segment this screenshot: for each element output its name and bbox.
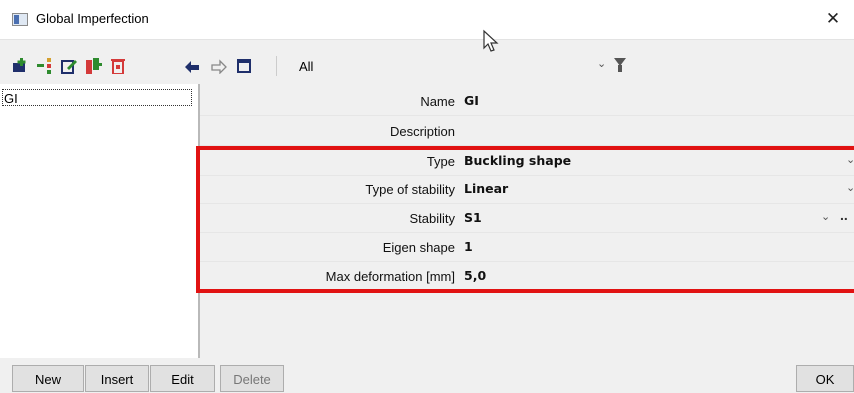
window-icon[interactable]: [236, 58, 252, 74]
close-icon[interactable]: ✕: [818, 6, 848, 32]
max-deformation-field[interactable]: 5,0: [464, 268, 486, 283]
item-list: GI: [0, 84, 200, 358]
property-label: Name: [420, 94, 455, 109]
property-row-description[interactable]: Description: [200, 119, 854, 146]
toolbar-separator: [276, 56, 277, 76]
edit-button[interactable]: Edit: [150, 365, 215, 392]
property-label: Eigen shape: [382, 240, 455, 255]
toolbar: All ⌄: [0, 48, 854, 84]
eigen-shape-field[interactable]: 1: [464, 239, 473, 254]
property-row-eigen-shape[interactable]: Eigen shape 1: [200, 235, 854, 262]
property-row-name[interactable]: Name GI: [200, 89, 854, 116]
property-row-max-deformation[interactable]: Max deformation [mm] 5,0: [200, 264, 854, 291]
edit-icon[interactable]: [61, 58, 77, 74]
insert-icon[interactable]: [37, 58, 53, 74]
filter-select[interactable]: All: [299, 59, 313, 74]
chevron-down-icon[interactable]: ⌄: [821, 210, 830, 223]
filter-icon[interactable]: [614, 58, 626, 72]
copy-icon[interactable]: [86, 58, 102, 74]
property-row-type-of-stability[interactable]: Type of stability Linear ⌄: [200, 177, 854, 204]
chevron-down-icon[interactable]: ⌄: [846, 181, 854, 194]
new-button[interactable]: New: [12, 365, 84, 392]
delete-button[interactable]: Delete: [220, 365, 284, 392]
list-item[interactable]: GI: [2, 89, 192, 106]
title-bar: Global Imperfection ✕: [0, 0, 854, 40]
property-label: Description: [389, 124, 455, 139]
ellipsis-button[interactable]: ..: [840, 207, 848, 223]
app-window-icon: [12, 13, 28, 26]
insert-button[interactable]: Insert: [85, 365, 149, 392]
type-select[interactable]: Buckling shape: [464, 153, 571, 168]
property-label: Type of stability: [365, 182, 455, 197]
property-label: Type: [426, 154, 455, 169]
window-title: Global Imperfection: [36, 11, 149, 26]
property-label: Max deformation [mm]: [325, 269, 455, 284]
delete-icon[interactable]: [110, 58, 126, 74]
stability-select[interactable]: S1: [464, 210, 482, 225]
chevron-down-icon[interactable]: ⌄: [846, 153, 854, 166]
chevron-down-icon[interactable]: ⌄: [597, 57, 606, 70]
ok-button[interactable]: OK: [796, 365, 854, 392]
new-icon[interactable]: [11, 58, 27, 74]
property-row-stability[interactable]: Stability S1 ⌄ ..: [200, 206, 854, 233]
redo-icon[interactable]: [211, 58, 227, 74]
undo-icon[interactable]: [184, 58, 200, 74]
property-label: Stability: [409, 211, 455, 226]
type-of-stability-select[interactable]: Linear: [464, 181, 508, 196]
button-bar: New Insert Edit Delete OK: [0, 358, 854, 392]
name-field[interactable]: GI: [464, 93, 479, 108]
property-row-type[interactable]: Type Buckling shape ⌄: [200, 149, 854, 176]
property-grid: Name GI Description Type Buckling shape …: [200, 84, 854, 358]
